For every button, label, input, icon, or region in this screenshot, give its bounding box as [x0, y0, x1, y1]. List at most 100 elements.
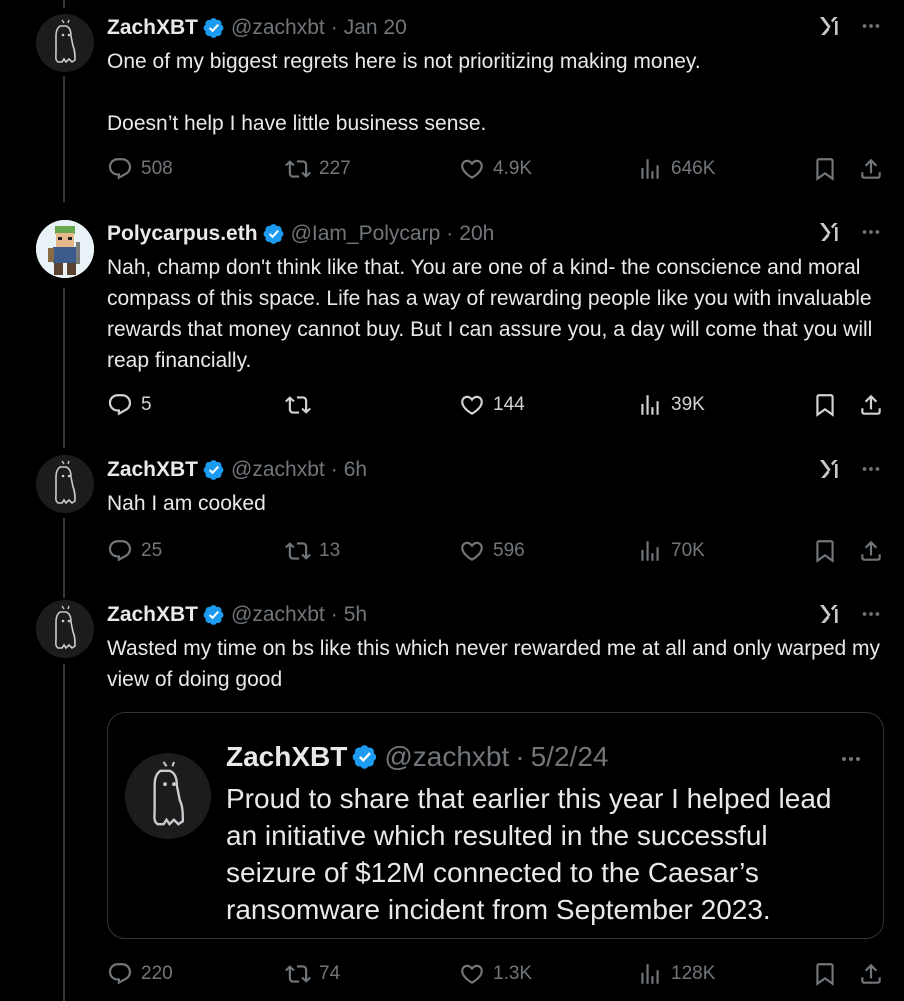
repost-button[interactable]: 74	[285, 959, 340, 989]
reply-count: 5	[141, 394, 152, 415]
quoted-tweet-header: ZachXBT @zachxbt · 5/2/24	[226, 741, 608, 773]
quoted-avatar[interactable]	[125, 753, 211, 839]
share-button[interactable]	[858, 154, 884, 184]
repost-count: 74	[319, 963, 341, 984]
quoted-author-handle[interactable]: @zachxbt	[384, 741, 509, 773]
more-options-icon[interactable]	[860, 458, 882, 480]
bookmark-button[interactable]	[812, 536, 838, 566]
action-bar: 5 144 39K	[107, 390, 882, 420]
bookmark-icon	[812, 392, 838, 418]
grok-icon[interactable]	[818, 457, 842, 481]
more-options-icon[interactable]	[860, 603, 882, 625]
bookmark-button[interactable]	[812, 390, 838, 420]
quoted-author-name[interactable]: ZachXBT	[226, 741, 347, 773]
views-button[interactable]: 646K	[637, 154, 715, 184]
action-bar: 25 13 596 70K	[107, 536, 882, 566]
timestamp[interactable]: 20h	[459, 222, 494, 246]
bookmark-icon	[812, 156, 838, 182]
views-button[interactable]: 39K	[637, 390, 705, 420]
like-button[interactable]: 1.3K	[459, 959, 532, 989]
reply-count: 25	[141, 540, 163, 561]
like-button[interactable]: 596	[459, 536, 525, 566]
header-actions	[818, 457, 882, 481]
views-button[interactable]: 70K	[637, 536, 705, 566]
repost-button[interactable]	[285, 390, 319, 420]
author-handle[interactable]: @zachxbt	[231, 603, 325, 627]
heart-icon	[459, 538, 485, 564]
views-button[interactable]: 128K	[637, 959, 715, 989]
reply-button[interactable]: 220	[107, 959, 173, 989]
tweet-header: ZachXBT @zachxbt · 6h	[107, 457, 367, 483]
bookmark-button[interactable]	[812, 154, 838, 184]
ghost-avatar-icon	[36, 600, 94, 658]
tweet-3[interactable]: ZachXBT @zachxbt · 6h Nah I am cooked 25…	[0, 445, 904, 590]
author-handle[interactable]: @Iam_Polycarp	[291, 222, 441, 246]
view-count: 39K	[671, 394, 705, 415]
header-actions	[818, 602, 882, 626]
repost-icon	[285, 392, 311, 418]
share-button[interactable]	[858, 536, 884, 566]
tweet-text: Nah I am cooked	[107, 492, 266, 515]
grok-icon[interactable]	[818, 220, 842, 244]
repost-count: 227	[319, 158, 351, 179]
repost-button[interactable]: 13	[285, 536, 340, 566]
author-name[interactable]: ZachXBT	[107, 458, 198, 482]
separator-dot: ·	[446, 222, 454, 245]
verified-badge-icon	[352, 744, 378, 770]
author-name[interactable]: ZachXBT	[107, 603, 198, 627]
more-options-icon[interactable]	[860, 15, 882, 37]
timestamp[interactable]: 5h	[344, 603, 367, 627]
views-icon	[637, 538, 663, 564]
verified-badge-icon	[203, 604, 225, 626]
more-options-icon[interactable]	[860, 221, 882, 243]
tweet-2[interactable]: Polycarpus.eth @Iam_Polycarp · 20h Nah, …	[0, 200, 904, 445]
author-handle[interactable]: @zachxbt	[231, 458, 325, 482]
like-button[interactable]: 144	[459, 390, 525, 420]
share-icon	[858, 156, 884, 182]
author-name[interactable]: ZachXBT	[107, 16, 198, 40]
more-options-icon[interactable]	[839, 747, 863, 771]
quoted-timestamp[interactable]: 5/2/24	[531, 741, 609, 773]
timestamp[interactable]: 6h	[344, 458, 367, 482]
tweet-header: ZachXBT @zachxbt · 5h	[107, 602, 367, 628]
share-button[interactable]	[858, 390, 884, 420]
share-button[interactable]	[858, 959, 884, 989]
timestamp[interactable]: Jan 20	[344, 16, 407, 40]
bookmark-icon	[812, 961, 838, 987]
reply-icon	[107, 156, 133, 182]
avatar[interactable]	[36, 455, 94, 513]
repost-button[interactable]: 227	[285, 154, 351, 184]
quoted-tweet-text: Proud to share that earlier this year I …	[226, 783, 832, 925]
quoted-tweet-card[interactable]: ZachXBT @zachxbt · 5/2/24 Proud to share…	[107, 712, 884, 939]
view-count: 646K	[671, 158, 716, 179]
like-button[interactable]: 4.9K	[459, 154, 532, 184]
author-handle[interactable]: @zachxbt	[231, 16, 325, 40]
pixel-character-avatar-icon	[36, 220, 94, 278]
reply-button[interactable]: 5	[107, 390, 152, 420]
separator-dot: ·	[515, 741, 525, 772]
repost-icon	[285, 156, 311, 182]
reply-button[interactable]: 25	[107, 536, 162, 566]
avatar[interactable]	[36, 220, 94, 278]
like-count: 596	[493, 540, 525, 561]
share-icon	[858, 538, 884, 564]
reply-icon	[107, 961, 133, 987]
verified-badge-icon	[203, 459, 225, 481]
repost-icon	[285, 538, 311, 564]
action-bar: 220 74 1.3K 128K	[107, 959, 882, 989]
heart-icon	[459, 156, 485, 182]
views-icon	[637, 392, 663, 418]
author-name[interactable]: Polycarpus.eth	[107, 222, 258, 246]
grok-icon[interactable]	[818, 602, 842, 626]
verified-badge-icon	[203, 17, 225, 39]
bookmark-button[interactable]	[812, 959, 838, 989]
like-count: 4.9K	[493, 158, 533, 179]
separator-dot: ·	[330, 16, 338, 39]
header-actions	[818, 220, 882, 244]
tweet-text: Wasted my time on bs like this which nev…	[107, 637, 886, 691]
tweet-1[interactable]: ZachXBT @zachxbt · Jan 20 One of my bigg…	[0, 0, 904, 200]
avatar[interactable]	[36, 600, 94, 658]
avatar[interactable]	[36, 14, 94, 72]
reply-button[interactable]: 508	[107, 154, 173, 184]
grok-icon[interactable]	[818, 14, 842, 38]
